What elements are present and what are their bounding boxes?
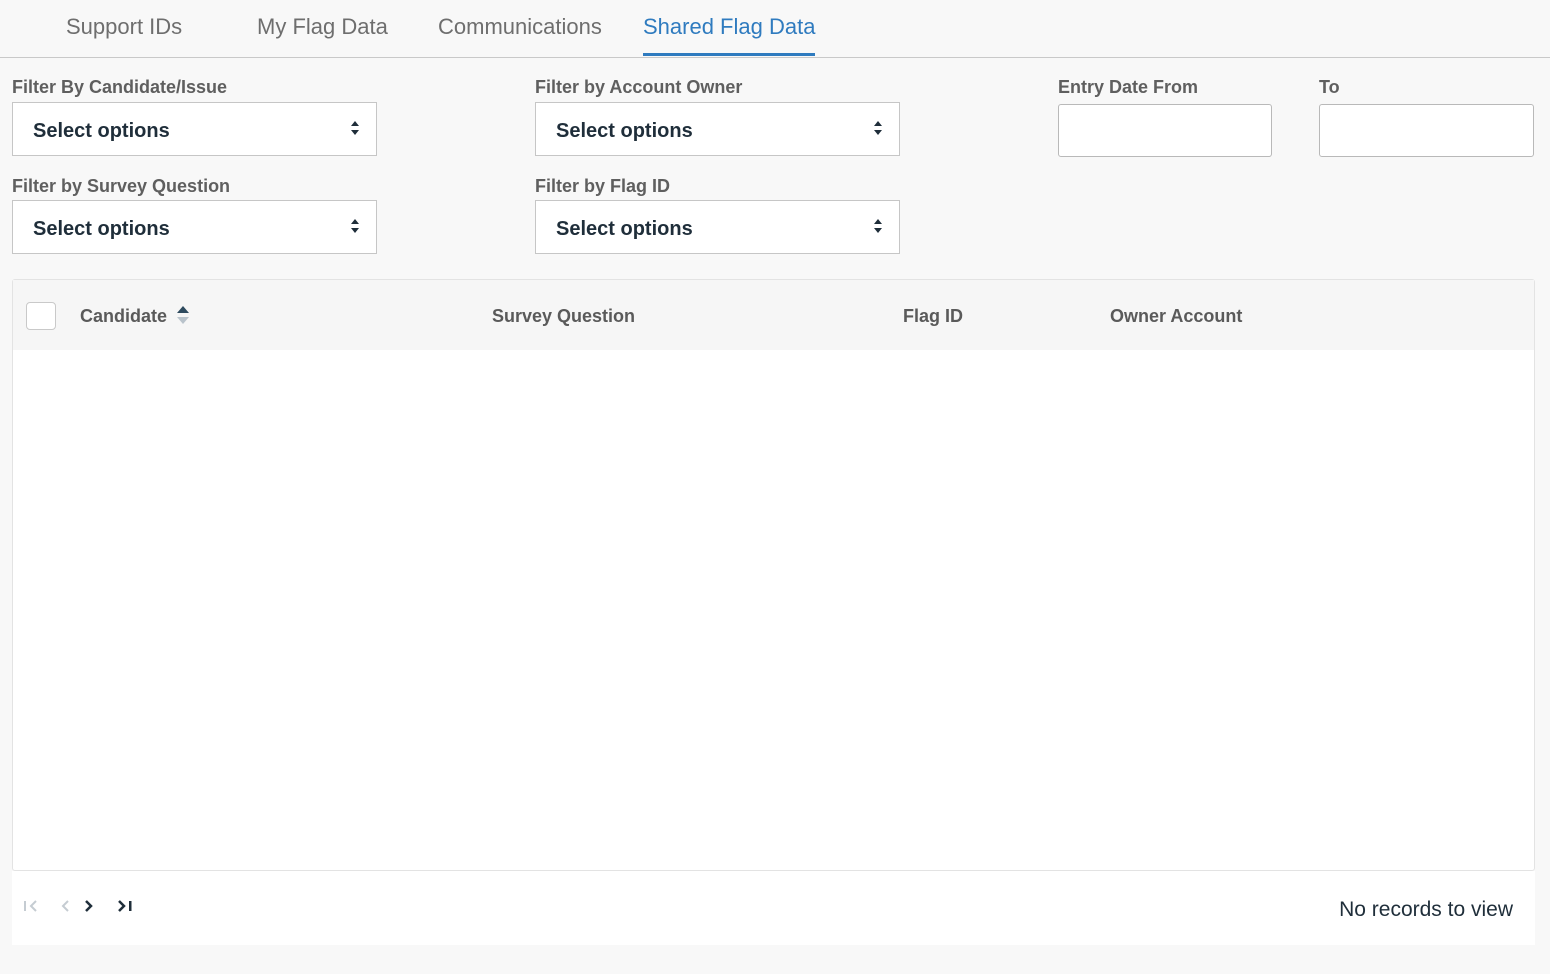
filter-flag-id-label: Filter by Flag ID bbox=[535, 176, 671, 196]
prev-page-icon[interactable] bbox=[54, 897, 76, 915]
filter-survey-question-select[interactable]: Select options bbox=[12, 200, 377, 254]
entry-date-to-label: To bbox=[1319, 77, 1340, 97]
select-arrows-icon bbox=[874, 219, 882, 233]
filter-candidate-select[interactable]: Select options bbox=[12, 102, 377, 156]
select-all-checkbox[interactable] bbox=[26, 302, 56, 330]
column-candidate[interactable]: Candidate bbox=[80, 306, 167, 327]
tab-my-flag-data[interactable]: My Flag Data bbox=[257, 14, 388, 58]
filter-candidate-value: Select options bbox=[33, 120, 170, 142]
entry-date-from-label: Entry Date From bbox=[1058, 77, 1199, 97]
filter-flag-id-select[interactable]: Select options bbox=[535, 200, 900, 254]
filter-account-owner-value: Select options bbox=[556, 120, 693, 142]
table-header: Candidate Survey Question Flag ID Owner … bbox=[13, 280, 1534, 350]
tab-communications[interactable]: Communications bbox=[438, 14, 602, 58]
tab-bar: Support IDs My Flag Data Communications … bbox=[0, 0, 1550, 58]
filter-flag-id-value: Select options bbox=[556, 218, 693, 240]
pager: No records to view bbox=[12, 871, 1535, 945]
filter-account-owner-label: Filter by Account Owner bbox=[535, 77, 743, 97]
select-arrows-icon bbox=[874, 121, 882, 135]
filter-candidate-label: Filter By Candidate/Issue bbox=[12, 77, 228, 97]
first-page-icon[interactable] bbox=[21, 897, 43, 915]
records-status: No records to view bbox=[1339, 898, 1513, 921]
column-owner-account[interactable]: Owner Account bbox=[1110, 306, 1242, 327]
filter-account-owner-select[interactable]: Select options bbox=[535, 102, 900, 156]
select-arrows-icon bbox=[351, 121, 359, 135]
entry-date-to-input[interactable] bbox=[1319, 104, 1534, 157]
tab-support-ids[interactable]: Support IDs bbox=[66, 14, 182, 58]
tab-shared-flag-data[interactable]: Shared Flag Data bbox=[643, 14, 816, 58]
last-page-icon[interactable] bbox=[114, 897, 136, 915]
column-survey-question[interactable]: Survey Question bbox=[492, 306, 635, 327]
sort-asc-icon[interactable] bbox=[176, 305, 190, 325]
column-flag-id[interactable]: Flag ID bbox=[903, 306, 963, 327]
next-page-icon[interactable] bbox=[78, 897, 100, 915]
table-body bbox=[13, 350, 1534, 871]
filter-survey-question-value: Select options bbox=[33, 218, 170, 240]
data-table: Candidate Survey Question Flag ID Owner … bbox=[12, 279, 1535, 871]
select-arrows-icon bbox=[351, 219, 359, 233]
filter-survey-question-label: Filter by Survey Question bbox=[12, 176, 231, 196]
entry-date-from-input[interactable] bbox=[1058, 104, 1272, 157]
